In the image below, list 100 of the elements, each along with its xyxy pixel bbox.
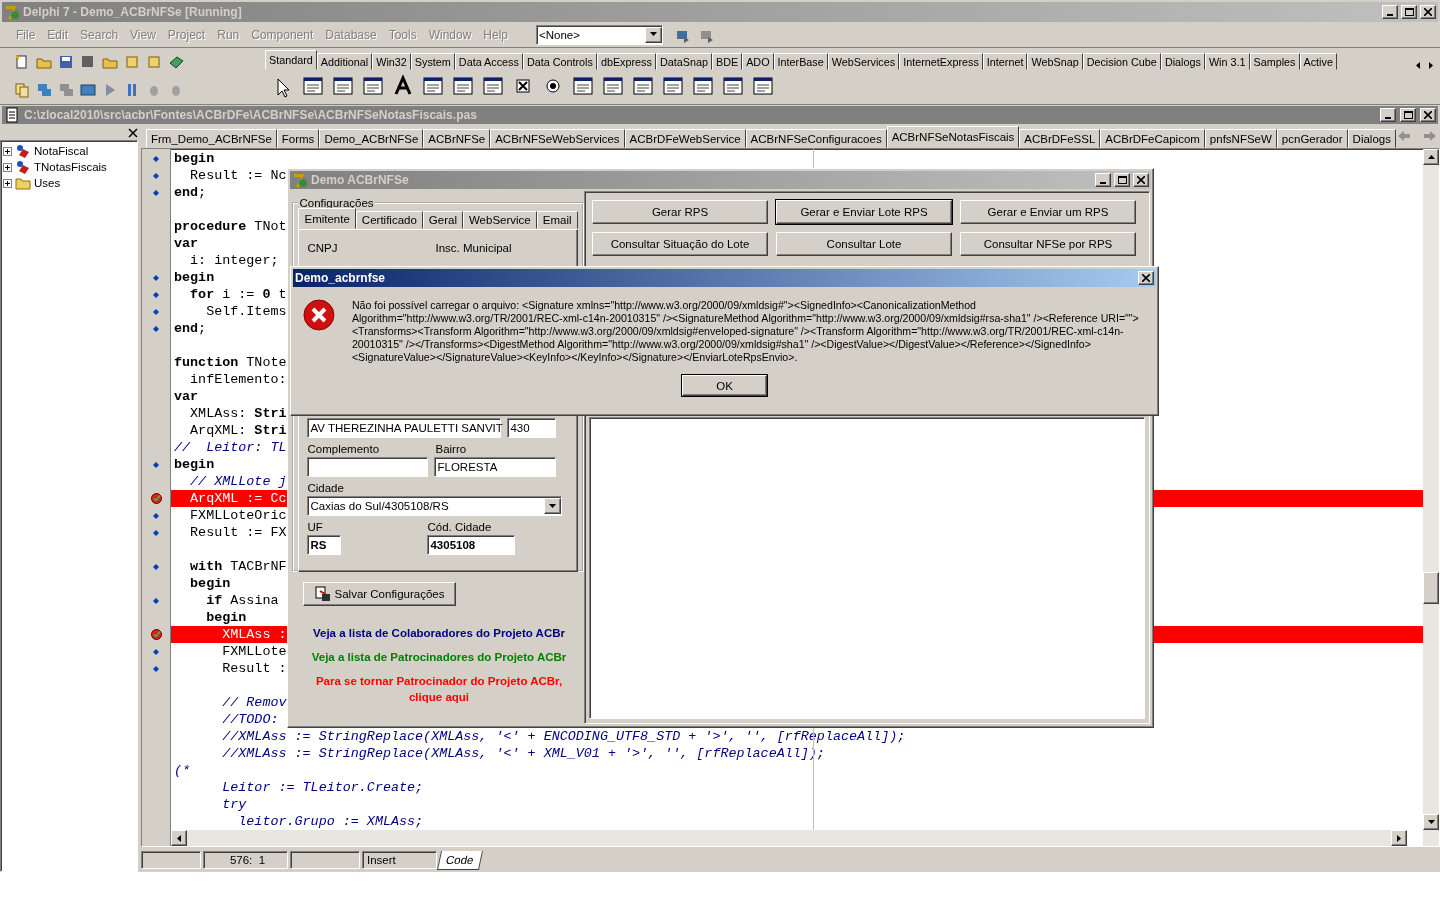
code-line: function TNote [174, 355, 287, 370]
palette-tab[interactable]: ADO [742, 53, 774, 70]
save-settings-button[interactable]: Salvar Configurações [303, 582, 456, 606]
action-button[interactable]: Gerar e Enviar Lote RPS [776, 200, 952, 224]
code-line: Result : [221, 661, 287, 676]
code-line: // Leitor: TL [174, 440, 287, 455]
code-line: with TACBrNF [189, 559, 287, 574]
view-tab[interactable]: Code [437, 850, 483, 870]
file-tab[interactable]: ACBrNFSeNotasFiscais [886, 126, 1020, 148]
settings-tab[interactable]: Geral [422, 211, 463, 229]
action-button[interactable]: Consultar Lote [776, 232, 952, 256]
edit-mode: Insert [362, 851, 437, 869]
settings-tab[interactable]: Emitente [298, 208, 356, 229]
code-line: begin [174, 270, 215, 285]
action-button[interactable]: Gerar e Enviar um RPS [960, 200, 1136, 224]
action-button[interactable]: Gerar RPS [592, 200, 768, 224]
uf-field[interactable]: RS [307, 535, 342, 555]
district-field[interactable]: FLORESTA [434, 457, 557, 477]
file-tab[interactable]: ACBrNFSeConfiguracoes [745, 129, 887, 148]
code-line: //TODO: [221, 712, 279, 727]
file-tab[interactable]: ACBrDFeSSL [1019, 129, 1101, 148]
dialog-title: Demo_acbrnfse [295, 271, 387, 285]
code-line: Result := Nc [189, 168, 287, 183]
code-line: if Assina [205, 593, 279, 608]
code-line: var [174, 389, 199, 404]
field-label: Bairro [435, 443, 468, 455]
code-line: procedure TNot [174, 219, 287, 234]
code-line: for i := 0 t [189, 287, 287, 302]
file-tab[interactable]: Dialogs [1347, 129, 1396, 148]
palette-tab[interactable]: WebSnap [1027, 53, 1083, 70]
code-line: end; [174, 185, 207, 200]
palette-tab[interactable]: InterBase [773, 53, 828, 70]
file-tab[interactable]: pcnGerador [1276, 129, 1348, 148]
file-tab[interactable]: ACBrNFSeWebServices [490, 129, 625, 148]
file-tab[interactable]: ACBrDFeCapicom [1100, 129, 1205, 148]
city-code-field[interactable]: 4305108 [427, 535, 516, 555]
code-line: ArqXML: Stri [189, 423, 287, 438]
action-button[interactable]: Consultar NFSe por RPS [960, 232, 1136, 256]
error-message: Não foi possível carregar o arquivo: <Signature xmlns="http://www.w3.org/2000/09/xmldsig#"><SignedInfo><CanonicalizationMethod Algorithm="http://www.w3.org/TR/2001/REC-xml-c14n-20010315" /><SignatureMethod Algorithm="http://www.w3.org/2000/09/xmldsig#rsa-sha1" /><Reference URI=""><Transforms><Transform Algorithm="http://www.w3.org/2000/09/xmldsig#enveloped-signature" /><Transform Algorithm="http://www.w3.org/TR/2001/REC-xml-c14n-20010315" /></Transforms><DigestMethod Algorithm="http://www.w3.org/2000/09/xmldsig#sha1" /><DigestValue></DigestValue></Reference></SignedInfo><SignatureValue></SignatureValue><KeyInfo></KeyInfo></Signature></EnviarLoteRpsEnvio>. [351, 299, 1140, 364]
palette-tab[interactable]: InternetExpress [899, 53, 983, 70]
code-line: infElemento: [189, 372, 287, 387]
group-title: Configurações [298, 197, 375, 209]
palette-tab[interactable]: Dialogs [1160, 53, 1205, 70]
palette-tab[interactable]: WebServices [827, 53, 900, 70]
code-line: (* [174, 763, 191, 778]
settings-tab[interactable]: WebService [462, 211, 537, 229]
code-line: //XMLAss := StringReplace(XMLAss, '<' + XML_V01 + '>', '', [rfReplaceAll]); [221, 746, 825, 761]
palette-tab[interactable]: System [410, 53, 455, 70]
code-line: XMLAss : [221, 627, 287, 642]
code-line: Self.Items [205, 304, 287, 319]
code-line: FXMLLote [221, 644, 287, 659]
number-field[interactable]: 430 [507, 418, 557, 438]
project-link[interactable]: Veja a lista de Colaboradores do Projeto ACBr [304, 625, 574, 641]
address-field[interactable]: AV THEREZINHA PAULETTI SANVIT [307, 418, 502, 438]
code-line: Leitor := TLeitor.Create; [221, 780, 424, 795]
palette-tab[interactable]: Data Controls [522, 53, 597, 70]
window-title: Demo ACBrNFSe [311, 173, 410, 187]
file-path: C:\zlocal2010\src\acbr\Fontes\ACBrDFe\ACBrNFSe\ACBrNFSeNotasFiscais.pas [24, 108, 478, 122]
file-tab[interactable]: pnfsNFSeW [1204, 129, 1277, 148]
palette-tab[interactable]: dbExpress [596, 53, 656, 70]
code-line: try [221, 797, 247, 812]
file-tab[interactable]: Demo_ACBrNFSe [319, 129, 424, 148]
code-line: begin [205, 610, 247, 625]
palette-tab[interactable]: DataSnap [655, 53, 712, 70]
tree-item[interactable]: Uses [34, 177, 61, 189]
field-label: Insc. Municipal [435, 242, 513, 254]
field-label: Complemento [307, 443, 381, 455]
palette-tab[interactable]: Samples [1249, 53, 1300, 70]
palette-tab[interactable]: Decision Cube [1082, 53, 1161, 70]
palette-tab[interactable]: Data Access [454, 53, 523, 70]
palette-tab[interactable]: Standard [265, 50, 317, 70]
palette-tab[interactable]: Win 3.1 [1204, 53, 1250, 70]
palette-tab[interactable]: Active [1299, 53, 1337, 70]
palette-tab[interactable]: Additional [316, 53, 373, 70]
code-line: // XMLLote j [189, 474, 287, 489]
palette-tab[interactable]: Win32 [372, 53, 411, 70]
code-line: ArqXML := Cc [189, 491, 287, 506]
file-tab[interactable]: Forms [276, 129, 320, 148]
city-combo[interactable]: Caxias do Sul/4305108/RS [307, 496, 563, 516]
code-line: var [174, 236, 199, 251]
code-line: Result := FX [189, 525, 287, 540]
palette-tab[interactable]: BDE [711, 53, 743, 70]
settings-tab[interactable]: Certificado [355, 211, 423, 229]
file-tab[interactable]: ACBrDFeWebService [624, 129, 746, 148]
code-line: begin [189, 576, 231, 591]
field-label: CNPJ [307, 242, 339, 254]
desktop-combo[interactable]: <None> [536, 24, 664, 45]
code-line: begin [174, 457, 215, 472]
code-line: i: integer; [189, 253, 279, 268]
ok-button[interactable]: OK [682, 375, 767, 396]
settings-tab[interactable]: Email [536, 211, 578, 229]
code-line: // Remov [221, 695, 287, 710]
action-button[interactable]: Consultar Situação do Lote [592, 232, 768, 256]
palette-tab[interactable]: Internet [982, 53, 1028, 70]
file-tab[interactable]: ACBrNFSe [423, 129, 491, 148]
code-line: //XMLAss := StringReplace(XMLAss, '<' + ENCODING_UTF8_STD + '>', '', [rfReplaceAll]); [221, 729, 906, 744]
file-tab[interactable]: Frm_Demo_ACBrNFSe [146, 129, 277, 148]
code-line: XMLAss: Stri [189, 406, 287, 421]
tree-item[interactable]: NotaFiscal [34, 145, 89, 157]
tree-item[interactable]: TNotasFiscais [34, 161, 107, 173]
